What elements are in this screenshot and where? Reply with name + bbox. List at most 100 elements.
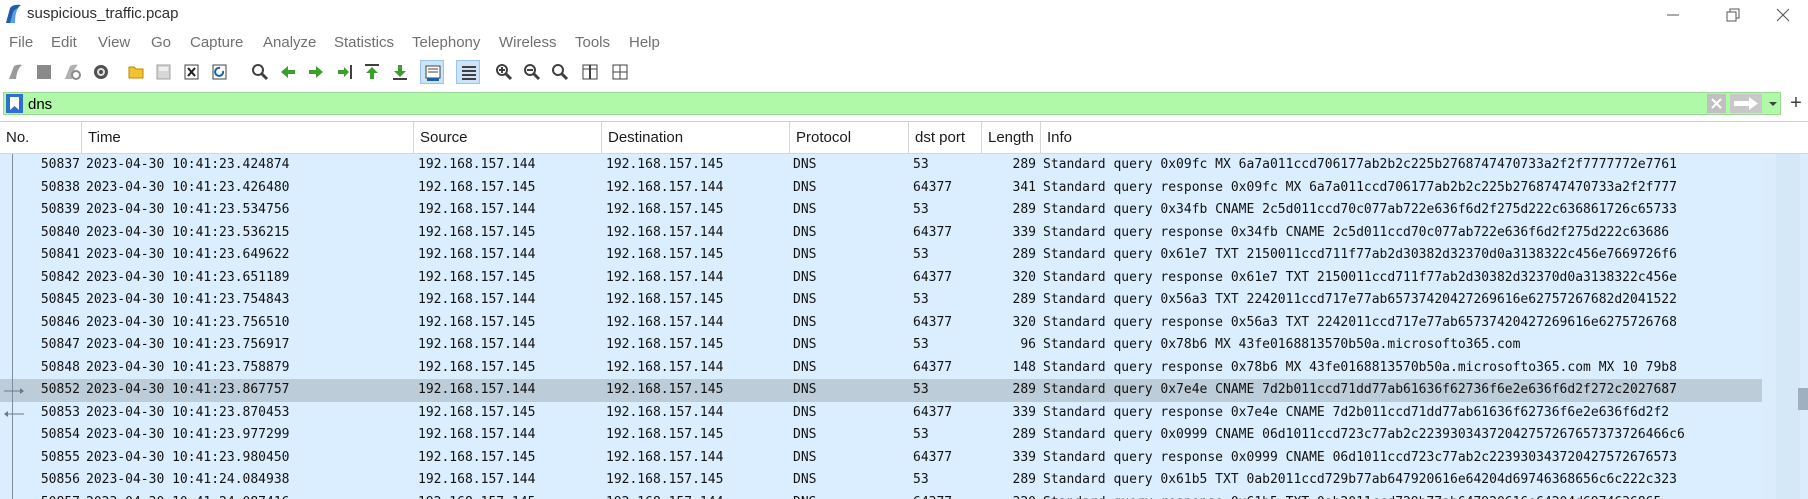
last-packet-icon[interactable] bbox=[388, 60, 412, 84]
table-row[interactable]: 50838 2023-04-30 10:41:23.426480 192.168.1… bbox=[0, 176, 1762, 199]
column-header-protocol[interactable]: Protocol bbox=[790, 122, 909, 153]
start-capture-icon[interactable] bbox=[4, 60, 28, 84]
capture-options-icon[interactable] bbox=[89, 60, 113, 84]
packet-source: 192.168.157.144 bbox=[418, 202, 536, 217]
table-row[interactable]: 50853 2023-04-30 10:41:23.870453 192.168.1… bbox=[0, 401, 1762, 424]
packet-list-scrollbar[interactable] bbox=[1762, 154, 1808, 499]
table-row[interactable]: 50839 2023-04-30 10:41:23.534756 192.168.1… bbox=[0, 199, 1762, 222]
packet-length: 289 bbox=[1012, 157, 1036, 172]
packet-dst-port: 53 bbox=[913, 202, 929, 217]
clear-filter-icon[interactable] bbox=[1707, 94, 1726, 113]
display-filter-input[interactable] bbox=[28, 93, 1708, 114]
table-row[interactable]: 50852 2023-04-30 10:41:23.867757 192.168.1… bbox=[0, 379, 1762, 402]
packet-length: 320 bbox=[983, 492, 1036, 499]
menu-wireless[interactable]: Wireless bbox=[499, 34, 557, 51]
packet-source: 192.168.157.145 bbox=[418, 224, 536, 240]
packet-length: 320 bbox=[1012, 314, 1036, 330]
packet-protocol: DNS bbox=[793, 269, 817, 285]
menu-file[interactable]: File bbox=[9, 34, 33, 51]
save-file-icon[interactable] bbox=[152, 60, 176, 84]
packet-protocol: DNS bbox=[793, 359, 817, 375]
table-row[interactable]: 50837 2023-04-30 10:41:23.424874 192.168.1… bbox=[0, 154, 1762, 177]
packet-length: 339 bbox=[1012, 404, 1036, 420]
packet-info: Standard query response 0x61b5 TXT 0ab20… bbox=[1043, 492, 1762, 499]
stop-capture-icon[interactable] bbox=[32, 60, 56, 84]
table-row[interactable]: 508572023-04-30 10:41:24.087416192.168.1… bbox=[0, 491, 1762, 499]
menu-analyze[interactable]: Analyze bbox=[263, 34, 316, 51]
packet-number: 50842 bbox=[40, 269, 80, 285]
apply-filter-arrow-icon[interactable] bbox=[1730, 94, 1762, 113]
table-row[interactable]: 50855 2023-04-30 10:41:23.980450 192.168.1… bbox=[0, 446, 1762, 469]
menu-edit[interactable]: Edit bbox=[51, 34, 77, 51]
packet-protocol: DNS bbox=[793, 179, 817, 195]
menu-go[interactable]: Go bbox=[151, 34, 171, 51]
table-row[interactable]: 50847 2023-04-30 10:41:23.756917 192.168.1… bbox=[0, 334, 1762, 357]
menu-capture[interactable]: Capture bbox=[190, 34, 243, 51]
reload-file-icon[interactable] bbox=[208, 60, 232, 84]
menu-telephony[interactable]: Telephony bbox=[412, 34, 480, 51]
filter-history-dropdown-icon[interactable] bbox=[1766, 94, 1780, 113]
scrollbar-thumb[interactable] bbox=[1798, 388, 1808, 410]
packet-info: Standard query response 0x7e4e CNAME 7d2… bbox=[1043, 404, 1670, 420]
packet-length: 289 bbox=[1012, 202, 1036, 217]
table-row[interactable]: 50856 2023-04-30 10:41:24.084938 192.168.1… bbox=[0, 469, 1762, 492]
packet-dst-port: 53 bbox=[913, 472, 929, 487]
packet-dst-port: 64377 bbox=[913, 269, 953, 285]
packet-source: 192.168.157.144 bbox=[418, 157, 536, 172]
packet-destination: 192.168.157.144 bbox=[606, 492, 790, 499]
close-button[interactable] bbox=[1758, 0, 1808, 30]
first-packet-icon[interactable] bbox=[360, 60, 384, 84]
scrollbar-track[interactable] bbox=[1776, 154, 1800, 499]
auto-scroll-icon[interactable] bbox=[420, 60, 444, 84]
close-file-icon[interactable] bbox=[180, 60, 204, 84]
column-header-source[interactable]: Source bbox=[414, 122, 602, 153]
table-row[interactable]: 50845 2023-04-30 10:41:23.754843 192.168.1… bbox=[0, 289, 1762, 312]
minimize-button[interactable] bbox=[1648, 0, 1698, 30]
column-header-time[interactable]: Time bbox=[82, 122, 414, 153]
menu-tools[interactable]: Tools bbox=[575, 34, 610, 51]
menu-view[interactable]: View bbox=[98, 34, 130, 51]
normal-size-icon[interactable] bbox=[548, 60, 572, 84]
packet-dst-port: 53 bbox=[913, 247, 929, 262]
packet-dst-port: 64377 bbox=[913, 314, 953, 330]
packet-destination: 192.168.157.144 bbox=[606, 224, 724, 240]
add-filter-button[interactable]: + bbox=[1786, 92, 1806, 115]
packet-destination: 192.168.157.144 bbox=[606, 449, 724, 465]
resize-columns-icon[interactable] bbox=[578, 60, 602, 84]
restart-capture-icon[interactable] bbox=[60, 60, 84, 84]
packet-protocol: DNS bbox=[793, 314, 817, 330]
restore-button[interactable] bbox=[1708, 0, 1758, 30]
table-row[interactable]: 50840 2023-04-30 10:41:23.536215 192.168.1… bbox=[0, 221, 1762, 244]
zoom-in-icon[interactable] bbox=[492, 60, 516, 84]
go-to-packet-icon[interactable] bbox=[332, 60, 356, 84]
colorize-icon[interactable] bbox=[456, 60, 480, 84]
packet-length: 289 bbox=[1012, 382, 1036, 397]
packet-source: 192.168.157.144 bbox=[418, 472, 536, 487]
packet-length: 339 bbox=[1012, 224, 1036, 240]
menu-statistics[interactable]: Statistics bbox=[334, 34, 394, 51]
column-header-destination[interactable]: Destination bbox=[602, 122, 790, 153]
packet-time: 2023-04-30 10:41:23.977299 bbox=[86, 427, 290, 442]
menu-help[interactable]: Help bbox=[629, 34, 660, 51]
column-header-info[interactable]: Info bbox=[1041, 122, 1808, 153]
packet-time: 2023-04-30 10:41:23.758879 bbox=[86, 359, 290, 375]
table-row[interactable]: 50846 2023-04-30 10:41:23.756510 192.168.1… bbox=[0, 311, 1762, 334]
column-header-length[interactable]: Length bbox=[982, 122, 1041, 153]
find-packet-icon[interactable] bbox=[248, 60, 272, 84]
go-forward-icon[interactable] bbox=[304, 60, 328, 84]
column-header-dst-port[interactable]: dst port bbox=[909, 122, 982, 153]
packet-destination: 192.168.157.145 bbox=[606, 247, 724, 262]
layout-panes-icon[interactable] bbox=[608, 60, 632, 84]
bookmark-icon[interactable] bbox=[6, 94, 23, 113]
zoom-out-icon[interactable] bbox=[520, 60, 544, 84]
table-row[interactable]: 50854 2023-04-30 10:41:23.977299 192.168.1… bbox=[0, 424, 1762, 447]
packet-time: 2023-04-30 10:41:23.426480 bbox=[86, 179, 290, 195]
packet-length: 96 bbox=[1020, 337, 1036, 352]
packet-destination: 192.168.157.145 bbox=[606, 157, 724, 172]
table-row[interactable]: 50841 2023-04-30 10:41:23.649622 192.168.1… bbox=[0, 244, 1762, 267]
open-file-icon[interactable] bbox=[124, 60, 148, 84]
go-back-icon[interactable] bbox=[276, 60, 300, 84]
table-row[interactable]: 50848 2023-04-30 10:41:23.758879 192.168.1… bbox=[0, 356, 1762, 379]
table-row[interactable]: 50842 2023-04-30 10:41:23.651189 192.168.1… bbox=[0, 266, 1762, 289]
column-header-no[interactable]: No. bbox=[0, 122, 82, 153]
